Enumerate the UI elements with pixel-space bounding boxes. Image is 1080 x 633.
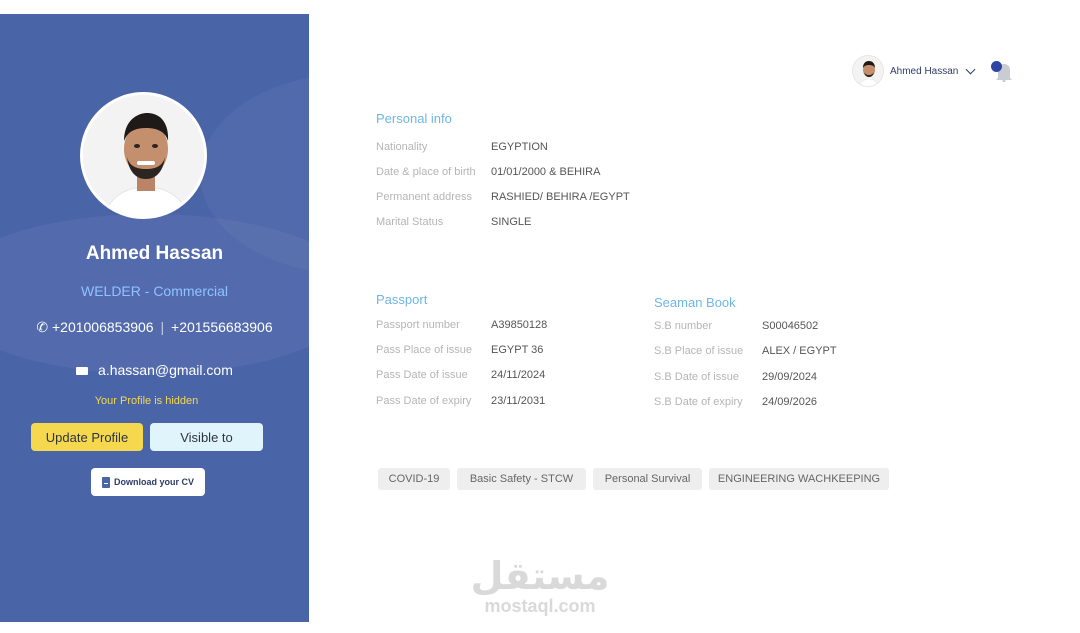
email-text: a.hassan@gmail.com <box>98 362 233 378</box>
seaman-label: S.B Date of issue <box>654 371 739 383</box>
passport-value: A39850128 <box>491 319 548 331</box>
passport-title: Passport <box>376 292 428 307</box>
certificate-tag: COVID-19 <box>378 468 450 490</box>
watermark: مستقل mostaql.com <box>470 556 610 616</box>
certificate-tag: ENGINEERING WACHKEEPING <box>709 468 889 490</box>
passport-label: Passport number <box>376 319 460 331</box>
seaman-book-title: Seaman Book <box>654 295 736 310</box>
certificate-tag: Personal Survival <box>593 468 702 490</box>
personal-value: SINGLE <box>491 216 532 228</box>
chevron-down-icon <box>965 64 976 74</box>
phone-icon: ✆ <box>36 319 49 335</box>
user-name: Ahmed Hassan <box>890 65 959 77</box>
profile-avatar <box>80 92 207 219</box>
user-menu[interactable]: Ahmed Hassan <box>852 55 976 87</box>
profile-phones: ✆ +201006853906 | +201556683906 <box>0 319 309 336</box>
profile-name: Ahmed Hassan <box>85 243 224 264</box>
passport-label: Pass Date of issue <box>376 369 468 381</box>
user-avatar <box>852 55 884 87</box>
personal-label: Date & place of birth <box>376 166 476 178</box>
document-icon <box>101 476 110 488</box>
certificate-tag: Basic Safety - STCW <box>457 468 586 490</box>
personal-label: Permanent address <box>376 191 472 203</box>
personal-label: Nationality <box>376 141 428 153</box>
update-profile-button[interactable]: Update Profile <box>31 423 143 451</box>
download-cv-label: Download your CV <box>113 477 194 487</box>
profile-email: a.hassan@gmail.com <box>0 362 309 378</box>
profile-hidden-note: Your Profile is hidden <box>94 395 199 407</box>
seaman-value: 24/09/2026 <box>762 396 818 408</box>
watermark-latin: mostaql.com <box>484 596 596 616</box>
profile-role: WELDER - Commercial <box>80 283 228 299</box>
personal-label: Marital Status <box>376 216 444 228</box>
visible-to-button[interactable]: Visible to <box>150 423 263 451</box>
passport-label: Pass Place of issue <box>376 344 472 356</box>
seaman-label: S.B number <box>654 320 713 332</box>
seaman-value: 29/09/2024 <box>762 371 818 383</box>
passport-value: EGYPT 36 <box>491 344 544 356</box>
seaman-label: S.B Place of issue <box>654 345 744 357</box>
notification-bell-icon[interactable] <box>990 60 1014 83</box>
seaman-value: ALEX / EGYPT <box>762 345 837 357</box>
personal-info-title: Personal info <box>376 111 452 126</box>
phone-number-1: +201006853906 <box>51 319 154 335</box>
phone-separator: | <box>160 319 165 335</box>
personal-value: 01/01/2000 & BEHIRA <box>491 166 601 178</box>
download-cv-button[interactable]: Download your CV <box>91 468 205 496</box>
passport-value: 24/11/2024 <box>491 369 546 381</box>
passport-value: 23/11/2031 <box>491 395 546 407</box>
phone-number-2: +201556683906 <box>171 319 273 335</box>
profile-sidebar: Ahmed Hassan WELDER - Commercial ✆ +2010… <box>0 14 309 622</box>
watermark-arabic: مستقل <box>470 554 610 598</box>
personal-value: EGYPTION <box>491 141 548 153</box>
passport-label: Pass Date of expiry <box>376 395 472 407</box>
profile-page: Ahmed Hassan WELDER - Commercial ✆ +2010… <box>0 0 1080 633</box>
mail-icon <box>76 367 89 376</box>
seaman-value: S00046502 <box>762 320 819 332</box>
personal-value: RASHIED/ BEHIRA /EGYPT <box>491 191 630 203</box>
seaman-label: S.B Date of expiry <box>654 396 743 408</box>
